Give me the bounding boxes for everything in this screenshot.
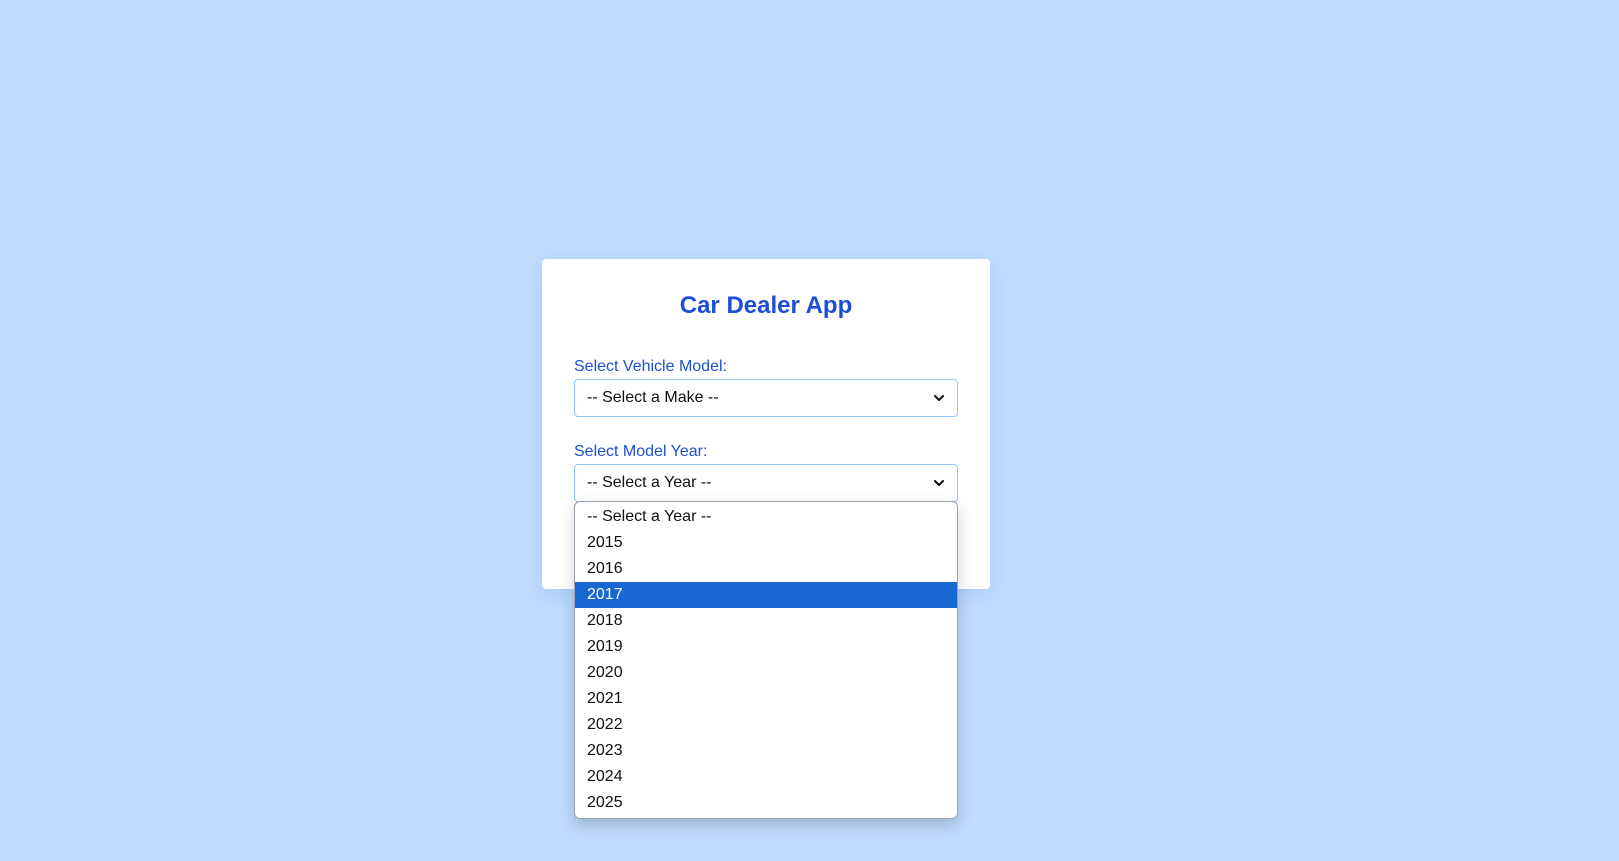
year-option[interactable]: 2017 (575, 582, 957, 608)
year-label: Select Model Year: (574, 443, 708, 460)
year-dropdown-list: -- Select a Year -- 2015 2016 2017 2018 2019 2… (574, 501, 958, 819)
year-option[interactable]: 2016 (575, 556, 957, 582)
year-select[interactable]: -- Select a Year -- (574, 464, 958, 502)
chevron-down-icon (933, 392, 945, 404)
year-option[interactable]: 2025 (575, 790, 957, 816)
year-select-value: -- Select a Year -- (587, 474, 712, 491)
year-option[interactable]: 2023 (575, 738, 957, 764)
year-option[interactable]: 2020 (575, 660, 957, 686)
year-option[interactable]: 2021 (575, 686, 957, 712)
chevron-down-icon (933, 477, 945, 489)
year-option[interactable]: 2015 (575, 530, 957, 556)
year-option[interactable]: 2022 (575, 712, 957, 738)
year-option[interactable]: 2018 (575, 608, 957, 634)
make-select[interactable]: -- Select a Make -- (574, 379, 958, 417)
make-select-value: -- Select a Make -- (587, 389, 719, 406)
year-option[interactable]: 2019 (575, 634, 957, 660)
make-label: Select Vehicle Model: (574, 358, 727, 375)
year-option[interactable]: -- Select a Year -- (575, 504, 957, 530)
year-option[interactable]: 2024 (575, 764, 957, 790)
page-title: Car Dealer App (679, 292, 853, 319)
